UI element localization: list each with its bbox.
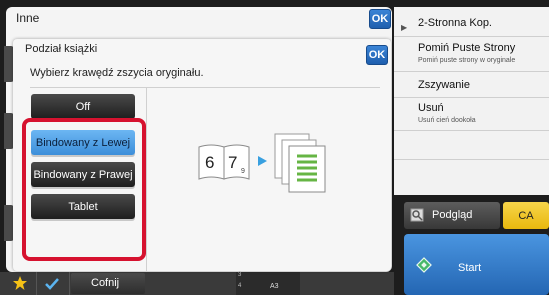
checkmark-icon[interactable] <box>44 276 60 291</box>
dialog-ok-button[interactable]: OK <box>366 45 388 65</box>
function-item-sublabel: Pomiń puste strony w oryginale <box>418 57 516 64</box>
page-number-right: 7 <box>228 153 238 172</box>
preview-label: Podgląd <box>432 209 473 221</box>
divider <box>30 87 380 88</box>
dialog-instruction: Wybierz krawędź zszycia oryginału. <box>30 67 204 79</box>
split-pages-icon <box>274 133 326 193</box>
function-item-erase[interactable]: Usuń Usuń cień dookoła <box>394 98 549 131</box>
divider <box>146 87 147 271</box>
selection-highlight-frame <box>22 118 146 261</box>
function-item-sublabel: Usuń cień dookoła <box>418 117 476 124</box>
paper-size-label: A3 <box>270 283 279 290</box>
start-label: Start <box>458 262 482 274</box>
function-item-label: 2-Stronna Kop. <box>418 17 492 29</box>
clear-all-button[interactable]: CA <box>503 202 549 229</box>
function-item-staple[interactable]: Zszywanie <box>394 72 549 98</box>
star-icon[interactable] <box>12 275 28 291</box>
option-off-button[interactable]: Off <box>31 94 135 119</box>
divider <box>36 272 37 295</box>
function-item-label: Usuń <box>418 102 444 114</box>
back-button[interactable]: Cofnij <box>71 273 145 294</box>
back-label: Cofnij <box>91 277 120 289</box>
screen: Inne OK ▶ 2-Stronna Kop. Pomiń Puste Str… <box>0 0 549 295</box>
divider <box>69 272 70 295</box>
dialog-title: Podział książki <box>25 43 98 55</box>
page-number-left: 6 <box>205 153 215 172</box>
page-number-small: 9 <box>241 168 245 175</box>
function-item-skip-blank[interactable]: Pomiń Puste Strony Pomiń puste strony w … <box>394 37 549 72</box>
function-item-label: Zszywanie <box>418 79 470 91</box>
bottom-bar: Cofnij 3 4 A3 <box>0 272 394 295</box>
book-divide-dialog: Podział książki Wybierz krawędź zszycia … <box>13 39 391 271</box>
start-button[interactable]: Start <box>404 234 549 295</box>
panel-title: Inne <box>16 11 40 25</box>
tray-number: 4 <box>238 283 242 289</box>
function-item-label: Pomiń Puste Strony <box>418 42 516 54</box>
paper-tray-indicator[interactable]: 3 4 A3 <box>236 272 300 295</box>
divider <box>394 159 549 160</box>
preview-button[interactable]: Podgląd <box>404 202 500 229</box>
start-icon <box>416 257 432 273</box>
tray-number: 3 <box>238 272 242 278</box>
play-arrow-icon: ▶ <box>401 23 408 32</box>
function-list: ▶ 2-Stronna Kop. Pomiń Puste Strony Pomi… <box>394 7 549 195</box>
arrow-right-icon <box>258 156 267 166</box>
preview-icon <box>410 208 424 222</box>
function-item-duplex[interactable]: ▶ 2-Stronna Kop. <box>394 7 549 37</box>
open-book-illustration: 6 7 9 <box>197 143 251 181</box>
panel-ok-button[interactable]: OK <box>369 9 391 29</box>
